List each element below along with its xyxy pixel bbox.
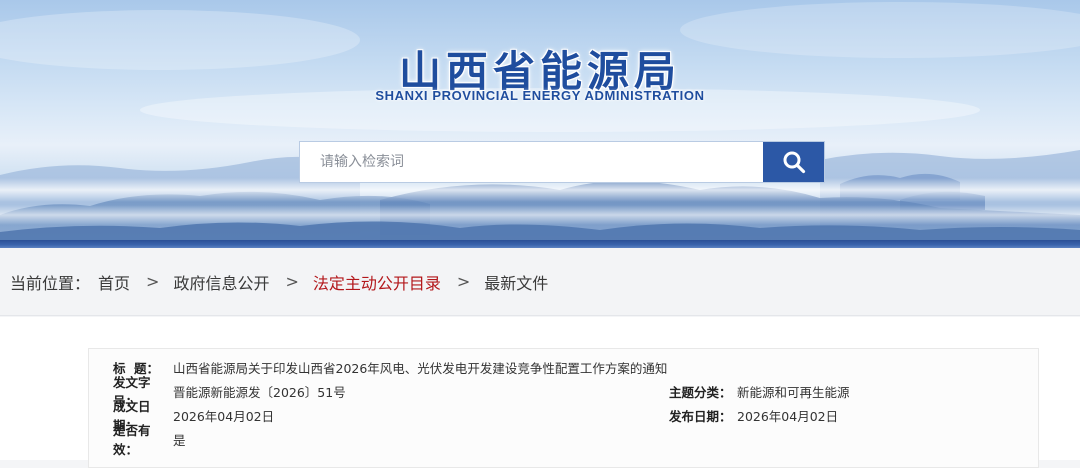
title-row: 标 题： 山西省能源局关于印发山西省2026年风电、光伏发电开发建设竞争性配置工…	[89, 356, 667, 378]
search-icon	[783, 151, 805, 174]
content-area: 标 题： 山西省能源局关于印发山西省2026年风电、光伏发电开发建设竞争性配置工…	[0, 317, 1080, 468]
valid-value: 是	[173, 432, 186, 448]
breadcrumb-item-home[interactable]: 首页	[98, 270, 130, 294]
topic-row: 主题分类： 新能源和可再生能源	[669, 380, 850, 402]
topic-value: 新能源和可再生能源	[737, 384, 850, 400]
mountain-scenery	[0, 2, 1080, 242]
published-value: 2026年04月02日	[737, 408, 839, 424]
valid-key: 是否有效：	[113, 423, 151, 457]
doc-no-value: 晋能源新能源发〔2026〕51号	[173, 384, 346, 400]
breadcrumb-label: 当前位置：	[10, 273, 91, 293]
created-value: 2026年04月02日	[173, 408, 275, 424]
breadcrumb-separator: >	[146, 272, 160, 291]
banner-divider	[0, 240, 1080, 248]
published-key: 发布日期：	[669, 408, 732, 424]
valid-row: 是否有效： 是	[89, 423, 186, 457]
site-logo-en: SHANXI PROVINCIAL ENERGY ADMINISTRATION	[375, 88, 705, 103]
search-input[interactable]	[300, 142, 763, 182]
header-banner: 山西省能源局 SHANXI PROVINCIAL ENERGY ADMINIST…	[0, 0, 1080, 242]
published-row: 发布日期： 2026年04月02日	[669, 404, 838, 426]
breadcrumb-separator: >	[285, 272, 299, 291]
search-button[interactable]	[763, 142, 824, 182]
breadcrumb-item-latest[interactable]: 最新文件	[484, 270, 548, 294]
document-info-box: 标 题： 山西省能源局关于印发山西省2026年风电、光伏发电开发建设竞争性配置工…	[88, 348, 1039, 468]
document-title: 山西省能源局关于印发山西省2026年风电、光伏发电开发建设竞争性配置工作方案的通…	[173, 360, 668, 376]
search-bar	[299, 141, 825, 183]
breadcrumb-item-gov-info[interactable]: 政府信息公开	[173, 270, 269, 294]
topic-key: 主题分类：	[669, 384, 732, 400]
breadcrumb-item-catalog[interactable]: 法定主动公开目录	[313, 270, 441, 294]
breadcrumb: 当前位置： 首页 > 政府信息公开 > 法定主动公开目录 > 最新文件	[0, 248, 1080, 316]
breadcrumb-separator: >	[456, 272, 471, 291]
